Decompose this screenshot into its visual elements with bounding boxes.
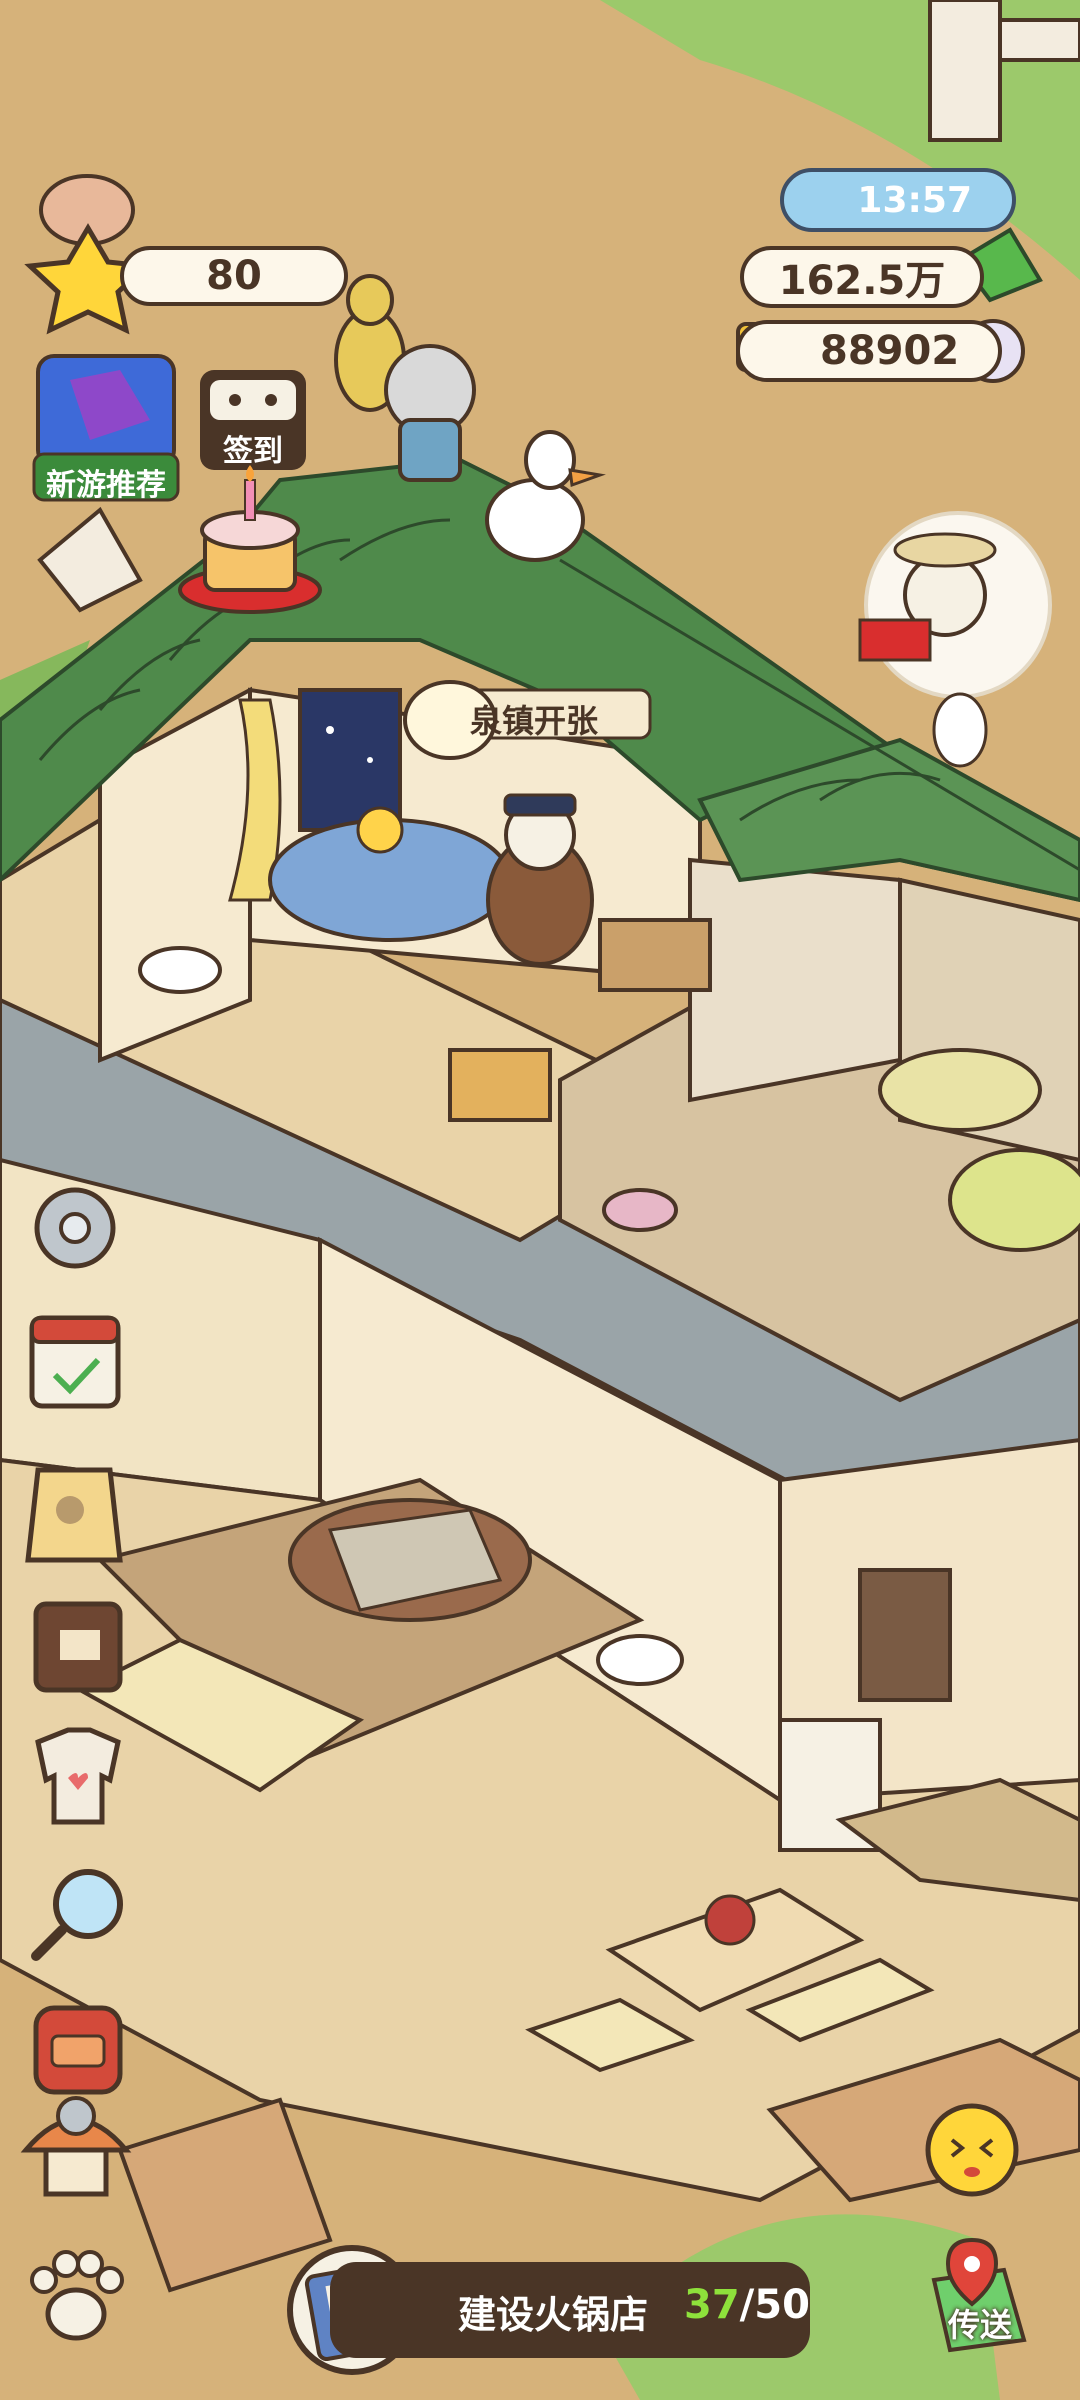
teleport-button[interactable]: [926, 2234, 1030, 2364]
character-lion: [384, 344, 476, 482]
checkin-button[interactable]: [200, 370, 306, 470]
desk: [598, 918, 712, 992]
friends-paw-button[interactable]: [28, 2250, 128, 2346]
pearl-value: 88902: [820, 328, 960, 374]
settings-button[interactable]: [30, 1186, 120, 1276]
fence-post: [928, 0, 1002, 142]
cake-event-button[interactable]: [180, 470, 320, 610]
toilet-lower: [596, 1634, 684, 1686]
new-game-button[interactable]: [34, 354, 178, 500]
game-stage: +: [0, 0, 1080, 2400]
toilet-upper-left: [138, 946, 222, 994]
quest-icon-button[interactable]: [290, 2248, 414, 2372]
mushroom-shop-button[interactable]: [24, 2090, 130, 2200]
backpack-button[interactable]: [34, 2004, 124, 2098]
quest-progress: 37/50: [684, 2282, 810, 2328]
calendar-button[interactable]: [30, 1316, 120, 1410]
toilet-upper-right: [602, 1188, 678, 1232]
crate: [448, 1048, 552, 1122]
emoji-button[interactable]: [926, 2104, 1018, 2196]
doorway: [858, 1568, 952, 1702]
pet-tag-button[interactable]: [26, 1464, 122, 1564]
level-value: 80: [206, 253, 262, 299]
recipe-book-button[interactable]: [34, 1600, 124, 1694]
money-value: 162.5万: [778, 258, 946, 304]
search-button[interactable]: [30, 1866, 126, 1962]
postman-quest-bubble[interactable]: [860, 510, 1060, 710]
time-value: 13:57: [857, 179, 972, 221]
quest-progress-total: /50: [739, 2282, 810, 2328]
sofa: [878, 1048, 1042, 1132]
outfit-button[interactable]: [34, 1726, 124, 1826]
kite-button[interactable]: [28, 500, 148, 620]
quest-progress-current: 37: [684, 2282, 740, 2328]
shop-sign-text: 泉镇开张: [470, 702, 599, 740]
quest-title: 建设火锅店: [458, 2293, 649, 2337]
money-display: 162.5万: [740, 246, 984, 308]
star-level-button[interactable]: [20, 180, 160, 320]
time-display: 13:57: [780, 168, 1016, 232]
add-pearls-button[interactable]: [732, 320, 788, 376]
